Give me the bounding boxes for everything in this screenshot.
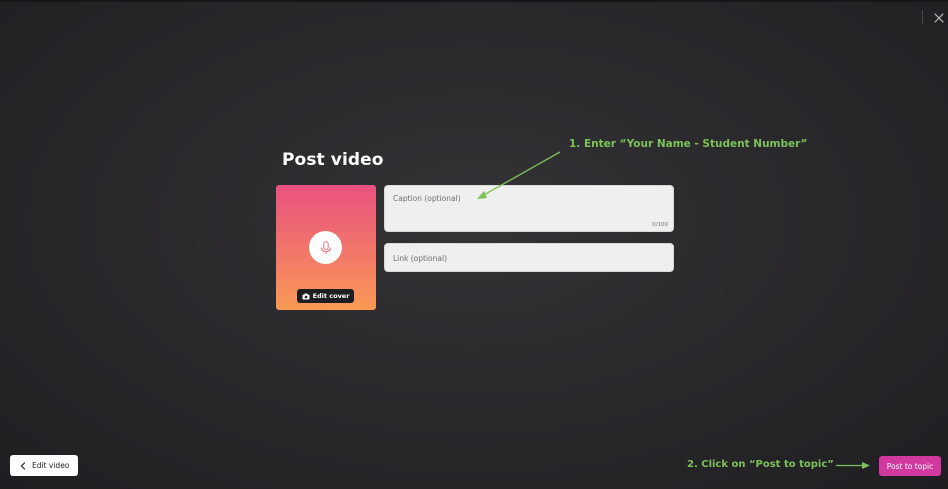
chevron-left-icon (20, 461, 26, 470)
mic-circle (309, 231, 342, 264)
post-to-topic-button[interactable]: Post to topic (879, 456, 941, 476)
close-button[interactable] (931, 10, 947, 26)
post-to-topic-label: Post to topic (886, 461, 934, 471)
arrow-to-post-button (836, 462, 870, 469)
annotation-step-1: 1. Enter “Your Name - Student Number” (569, 138, 808, 150)
edit-video-label: Edit video (32, 461, 70, 470)
camera-icon (302, 293, 310, 299)
edit-cover-label: Edit cover (312, 292, 350, 300)
header-separator (922, 10, 923, 24)
link-field[interactable] (384, 243, 674, 272)
close-icon (934, 13, 944, 23)
video-cover: Edit cover (276, 185, 376, 310)
caption-counter: 0/100 (652, 222, 668, 228)
annotation-step-2: 2. Click on “Post to topic” (687, 459, 834, 470)
edit-cover-button[interactable]: Edit cover (297, 289, 354, 303)
page-title: Post video (282, 150, 384, 170)
caption-input[interactable] (393, 194, 665, 216)
microphone-icon (320, 240, 331, 254)
top-edge (0, 0, 948, 2)
link-input[interactable] (393, 252, 665, 264)
caption-field[interactable]: 0/100 (384, 185, 674, 232)
edit-video-button[interactable]: Edit video (10, 455, 78, 476)
